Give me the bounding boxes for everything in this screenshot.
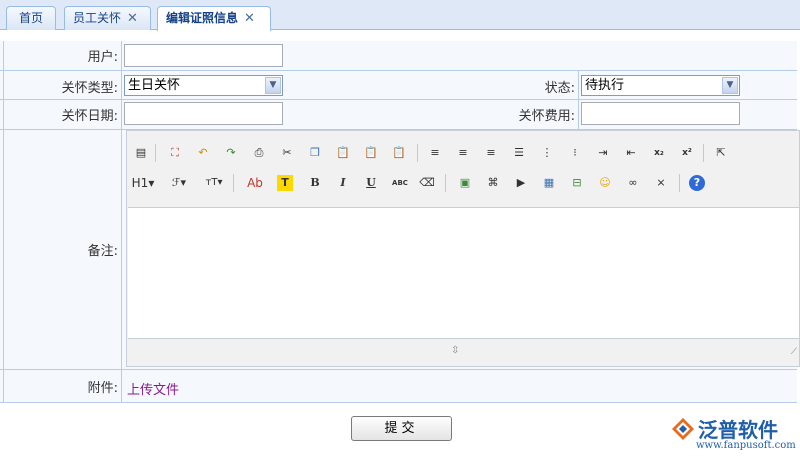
paste-text-icon[interactable]: 📋 bbox=[363, 145, 379, 161]
close-icon[interactable]: ✕ bbox=[127, 8, 138, 30]
align-center-icon[interactable]: ≡ bbox=[455, 145, 471, 161]
select-all-icon[interactable]: ⇱ bbox=[713, 145, 729, 161]
tab-label: 编辑证照信息 bbox=[166, 11, 239, 25]
emoticon-icon[interactable]: ☺ bbox=[597, 175, 613, 191]
align-right-icon[interactable]: ≡ bbox=[483, 145, 499, 161]
close-icon[interactable]: ✕ bbox=[244, 8, 255, 30]
print-icon[interactable]: ⎙ bbox=[251, 145, 267, 161]
attachment-label: 附件: bbox=[87, 381, 118, 396]
highlight-icon[interactable]: T bbox=[277, 175, 293, 191]
bold-icon[interactable]: B bbox=[307, 175, 323, 191]
text-color-icon[interactable]: Ab bbox=[245, 175, 265, 191]
user-input[interactable] bbox=[124, 44, 283, 67]
align-left-icon[interactable]: ≡ bbox=[427, 145, 443, 161]
tab-home[interactable]: 首页 bbox=[6, 6, 56, 30]
form-row-attachment: 附件: bbox=[0, 370, 797, 403]
brand-logo: 泛普软件 www.fanpusoft.com bbox=[668, 414, 798, 454]
brand-url: www.fanpusoft.com bbox=[696, 440, 796, 451]
form-row-care-type: 关怀类型: 生日关怀 ▼ 状态: 待执行 ▼ bbox=[0, 71, 797, 100]
table-icon[interactable]: ▦ bbox=[541, 175, 557, 191]
editor-toolbar-row-1: ▤ ⛶ ↶ ↷ ⎙ ✂ ❐ 📋 📋 📋 ≡ ≡ ≡ ☰ ⋮ ⁝ ⇥ ⇤ x₂ x… bbox=[127, 141, 799, 165]
italic-icon[interactable]: I bbox=[335, 175, 351, 191]
unlink-icon[interactable]: ⨯ bbox=[653, 175, 669, 191]
link-icon[interactable]: ∞ bbox=[625, 175, 641, 191]
editor-content-area[interactable] bbox=[128, 207, 799, 339]
outdent-icon[interactable]: ⇤ bbox=[623, 145, 639, 161]
rich-text-editor: ▤ ⛶ ↶ ↷ ⎙ ✂ ❐ 📋 📋 📋 ≡ ≡ ≡ ☰ ⋮ ⁝ ⇥ ⇤ x₂ x… bbox=[126, 130, 800, 367]
care-cost-input[interactable] bbox=[581, 102, 740, 125]
copy-icon[interactable]: ❐ bbox=[307, 145, 323, 161]
care-cost-label: 关怀费用: bbox=[518, 109, 575, 124]
brand-logo-icon bbox=[672, 418, 694, 440]
font-size-icon[interactable]: тT▾ bbox=[203, 175, 225, 191]
eraser-icon[interactable]: ⌫ bbox=[419, 175, 435, 191]
care-type-value: 生日关怀 bbox=[128, 78, 181, 93]
paste-word-icon[interactable]: 📋 bbox=[391, 145, 407, 161]
subscript-icon[interactable]: x₂ bbox=[651, 145, 667, 161]
status-value: 待执行 bbox=[585, 78, 625, 93]
submit-button[interactable]: 提交 bbox=[351, 416, 452, 441]
editor-toolbar-row-2: H1▾ ℱ▾ тT▾ Ab T B I U ABC ⌫ ▣ ⌘ ▶ ▦ ⊟ ☺ … bbox=[127, 171, 799, 195]
resize-grip-icon[interactable]: ⇳ bbox=[451, 345, 459, 356]
status-select[interactable]: 待执行 ▼ bbox=[581, 75, 740, 96]
tab-bar: 首页 员工关怀 ✕ 编辑证照信息 ✕ bbox=[0, 0, 800, 31]
source-icon[interactable]: ▤ bbox=[133, 145, 149, 161]
cut-icon[interactable]: ✂ bbox=[279, 145, 295, 161]
image-icon[interactable]: ▣ bbox=[457, 175, 473, 191]
care-date-input[interactable] bbox=[124, 102, 283, 125]
care-type-label: 关怀类型: bbox=[61, 81, 118, 96]
care-date-label: 关怀日期: bbox=[61, 109, 118, 124]
horizontal-line-icon[interactable]: ⊟ bbox=[569, 175, 585, 191]
tab-edit-license-info[interactable]: 编辑证照信息 ✕ bbox=[157, 6, 271, 31]
help-icon[interactable]: ? bbox=[689, 175, 705, 191]
unordered-list-icon[interactable]: ⁝ bbox=[567, 145, 583, 161]
flash-icon[interactable]: ⌘ bbox=[485, 175, 501, 191]
redo-icon[interactable]: ↷ bbox=[223, 145, 239, 161]
indent-icon[interactable]: ⇥ bbox=[595, 145, 611, 161]
chevron-down-icon[interactable]: ▼ bbox=[722, 77, 738, 94]
tab-label: 首页 bbox=[18, 11, 43, 25]
upload-file-link[interactable]: 上传文件 bbox=[127, 379, 179, 398]
superscript-icon[interactable]: x² bbox=[679, 145, 695, 161]
heading-icon[interactable]: H1▾ bbox=[131, 175, 155, 191]
ordered-list-icon[interactable]: ⋮ bbox=[539, 145, 555, 161]
tab-label: 员工关怀 bbox=[73, 11, 122, 25]
font-family-icon[interactable]: ℱ▾ bbox=[169, 175, 189, 191]
strikethrough-icon[interactable]: ABC bbox=[389, 175, 411, 191]
paste-icon[interactable]: 📋 bbox=[335, 145, 351, 161]
status-label: 状态: bbox=[544, 81, 575, 96]
remarks-label: 备注: bbox=[87, 244, 118, 259]
form-row-user: 用户: bbox=[0, 41, 797, 71]
brand-name: 泛普软件 bbox=[698, 418, 778, 442]
justify-icon[interactable]: ☰ bbox=[511, 145, 527, 161]
corner-resize-icon[interactable]: ⟋ bbox=[791, 347, 797, 357]
underline-icon[interactable]: U bbox=[363, 175, 379, 191]
chevron-down-icon[interactable]: ▼ bbox=[265, 77, 281, 94]
fullscreen-icon[interactable]: ⛶ bbox=[167, 145, 183, 161]
media-icon[interactable]: ▶ bbox=[513, 175, 529, 191]
user-label: 用户: bbox=[87, 50, 118, 65]
undo-icon[interactable]: ↶ bbox=[195, 145, 211, 161]
tab-employee-care[interactable]: 员工关怀 ✕ bbox=[64, 6, 151, 30]
care-type-select[interactable]: 生日关怀 ▼ bbox=[124, 75, 283, 96]
form-row-care-date: 关怀日期: 关怀费用: bbox=[0, 100, 797, 130]
